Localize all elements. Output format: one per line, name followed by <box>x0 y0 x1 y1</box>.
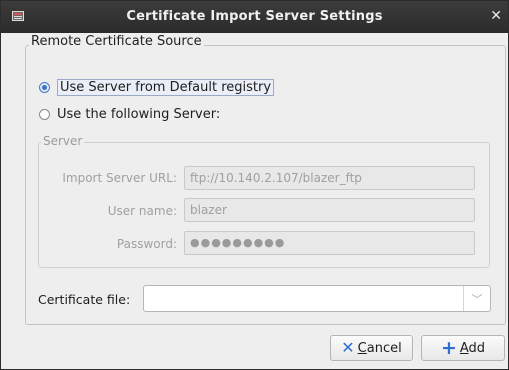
password-input[interactable]: ●●●●●●●●● <box>184 231 475 255</box>
certificate-file-label: Certificate file: <box>38 292 131 307</box>
certificate-file-combo[interactable]: ﹀ <box>143 285 491 312</box>
close-icon[interactable]: ✕ <box>490 8 502 24</box>
import-server-url-input[interactable]: ftp://10.140.2.107/blazer_ftp <box>184 166 475 190</box>
plus-icon: + <box>440 336 457 359</box>
radio-default-label: Use Server from Default registry <box>57 79 275 96</box>
server-legend: Server <box>41 134 85 148</box>
cancel-button[interactable]: ✕ Cancel <box>330 335 413 361</box>
radio-default-registry[interactable]: Use Server from Default registry <box>39 79 275 96</box>
chevron-down-icon[interactable]: ﹀ <box>463 286 490 311</box>
dialog-window: Certificate Import Server Settings ✕ Rem… <box>0 0 509 370</box>
add-button[interactable]: + Add <box>421 335 505 361</box>
title-bar[interactable]: Certificate Import Server Settings ✕ <box>1 1 508 33</box>
cancel-label: Cancel <box>357 340 402 356</box>
user-name-input[interactable]: blazer <box>184 198 475 222</box>
add-label: Add <box>459 340 486 356</box>
user-name-label: User name: <box>107 204 177 218</box>
radio-following-server[interactable]: Use the following Server: <box>39 107 220 122</box>
radio-following-label: Use the following Server: <box>57 107 221 122</box>
import-server-url-label: Import Server URL: <box>62 171 177 185</box>
radio-button-unchecked[interactable] <box>39 109 50 120</box>
group-legend: Remote Certificate Source <box>29 34 204 49</box>
password-label: Password: <box>116 237 177 251</box>
window-title: Certificate Import Server Settings <box>126 9 383 24</box>
x-icon: ✕ <box>341 338 355 357</box>
radio-button-checked[interactable] <box>39 82 50 93</box>
